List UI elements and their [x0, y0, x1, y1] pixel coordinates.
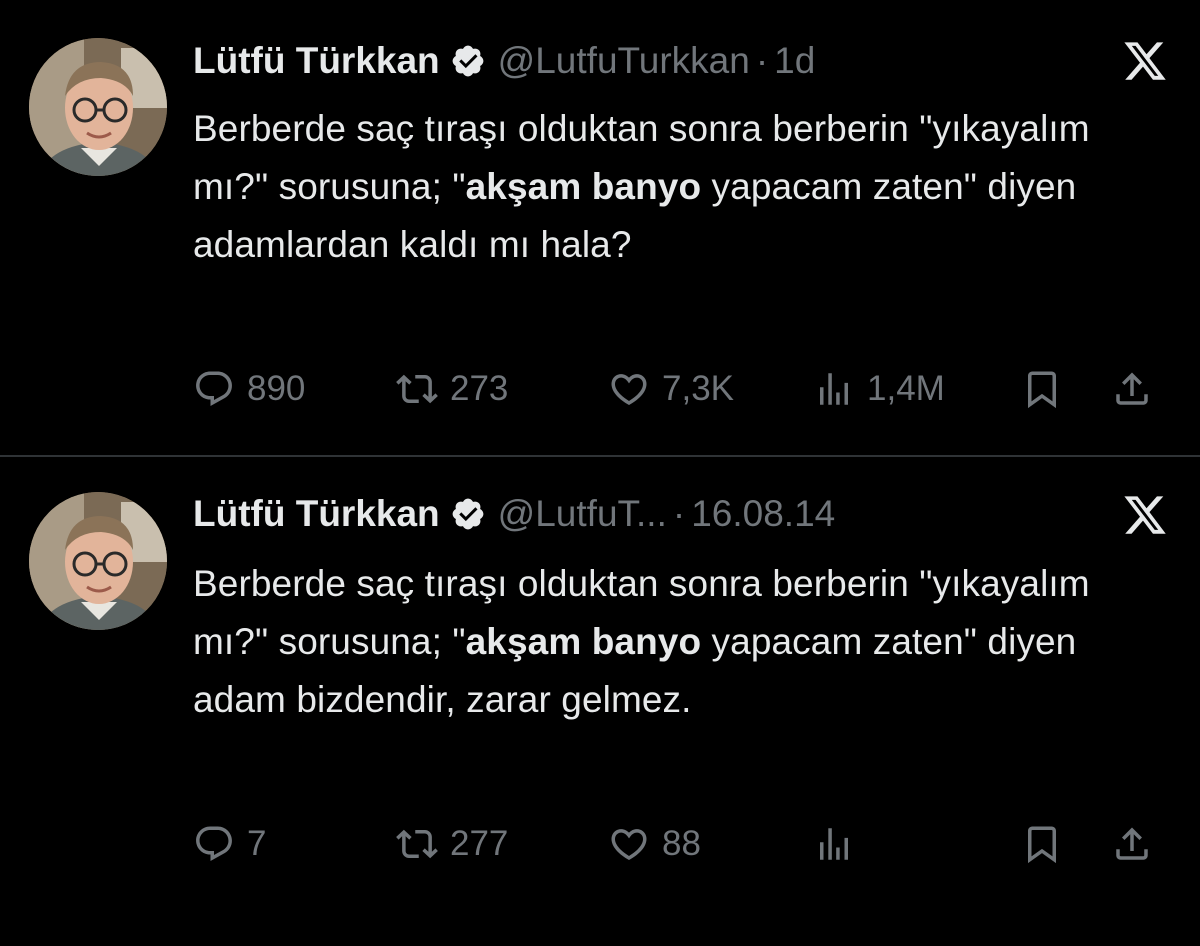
share-button[interactable]: [1111, 819, 1153, 869]
bookmark-button[interactable]: [1021, 819, 1063, 869]
like-icon: [611, 374, 647, 406]
author-name[interactable]: Lütfü Türkkan: [193, 37, 440, 85]
x-logo-icon: [1124, 42, 1166, 80]
verified-badge-icon: [452, 45, 484, 77]
repost-count: 277: [450, 824, 509, 863]
like-icon: [611, 829, 647, 861]
like-count: 88: [662, 824, 701, 863]
action-bar: 890 273 7,3K 1,4M: [193, 364, 1173, 414]
reply-button[interactable]: 890: [193, 364, 305, 414]
reply-icon: [196, 826, 232, 861]
tweet[interactable]: Lütfü Türkkan @LutfuT... · 16.08.14 Berb…: [0, 457, 1200, 946]
timestamp[interactable]: 16.08.14: [691, 490, 835, 538]
views-button[interactable]: 1,4M: [813, 364, 945, 414]
share-icon: [1116, 372, 1148, 405]
views-icon: [820, 373, 848, 405]
x-logo-icon: [1124, 496, 1166, 534]
reply-button[interactable]: 7: [193, 819, 266, 869]
tweet-text: Berberde saç tıraşı olduktan sonra berbe…: [193, 100, 1153, 274]
verified-badge-icon: [452, 498, 484, 530]
author-name[interactable]: Lütfü Türkkan: [193, 490, 440, 538]
tweet-header: Lütfü Türkkan @LutfuT... · 16.08.14: [193, 490, 1180, 538]
avatar[interactable]: [29, 38, 167, 176]
author-handle[interactable]: @LutfuTurkkan: [498, 37, 750, 85]
reply-count: 890: [247, 369, 306, 408]
like-count: 7,3K: [662, 369, 734, 408]
separator-dot: ·: [672, 493, 686, 534]
repost-button[interactable]: 277: [396, 819, 508, 869]
reply-icon: [196, 371, 232, 406]
repost-count: 273: [450, 369, 509, 408]
repost-button[interactable]: 273: [396, 364, 508, 414]
like-button[interactable]: 88: [608, 819, 701, 869]
bookmark-icon: [1028, 371, 1056, 409]
like-button[interactable]: 7,3K: [608, 364, 734, 414]
tweet[interactable]: Lütfü Türkkan @LutfuTurkkan · 1d Berberd…: [0, 0, 1200, 455]
action-bar: 7 277 88: [193, 819, 1173, 869]
reply-count: 7: [247, 824, 267, 863]
tweet-text-bold: akşam banyo: [465, 166, 702, 207]
tweet-text: Berberde saç tıraşı olduktan sonra berbe…: [193, 555, 1153, 729]
bookmark-button[interactable]: [1021, 364, 1063, 414]
separator-dot: ·: [755, 40, 769, 81]
avatar[interactable]: [29, 492, 167, 630]
tweet-text-bold: akşam banyo: [465, 621, 702, 662]
views-count: 1,4M: [867, 369, 945, 408]
share-button[interactable]: [1111, 364, 1153, 414]
author-handle[interactable]: @LutfuT...: [498, 490, 667, 538]
bookmark-icon: [1028, 826, 1056, 864]
share-icon: [1116, 827, 1148, 860]
tweet-header: Lütfü Türkkan @LutfuTurkkan · 1d: [193, 37, 1180, 85]
views-icon: [820, 828, 848, 860]
repost-icon: [396, 374, 438, 404]
repost-icon: [396, 829, 438, 859]
timestamp[interactable]: 1d: [774, 37, 815, 85]
views-button[interactable]: [813, 819, 867, 869]
